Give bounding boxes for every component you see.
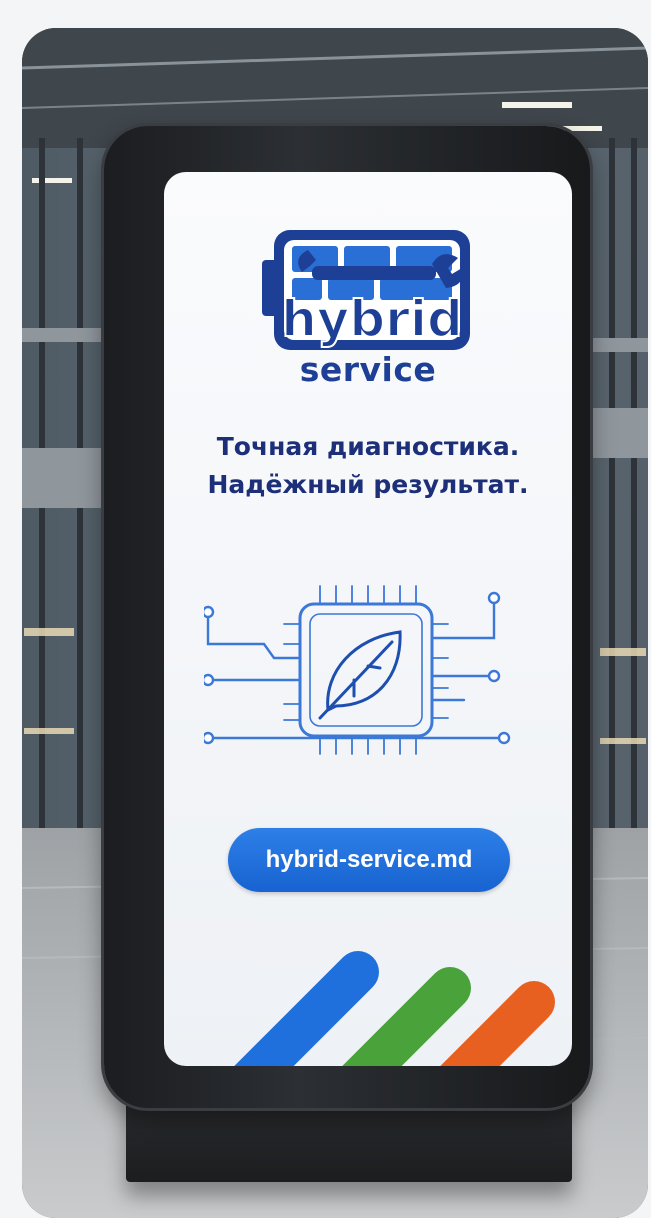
signage-kiosk: hybrid service Точная диагностика. Надёж… bbox=[104, 126, 590, 1108]
headline-line-2: Надёжный результат. bbox=[207, 470, 529, 499]
website-button: hybrid-service.md bbox=[228, 828, 510, 892]
logo-wordmark: hybrid bbox=[281, 290, 463, 348]
stripe-blue bbox=[234, 951, 379, 1066]
circuit-chip-graphic bbox=[204, 585, 511, 755]
brand-stripes bbox=[234, 951, 555, 1066]
headline-line-1: Точная диагностика. bbox=[216, 432, 520, 461]
kiosk-screen: hybrid service Точная диагностика. Надёж… bbox=[164, 172, 572, 1066]
leaf-icon bbox=[318, 630, 402, 720]
stripe-orange bbox=[440, 981, 555, 1066]
logo-subword: service bbox=[299, 350, 437, 389]
photo: hybrid service Точная диагностика. Надёж… bbox=[22, 28, 648, 1218]
stripe-green bbox=[342, 967, 471, 1066]
